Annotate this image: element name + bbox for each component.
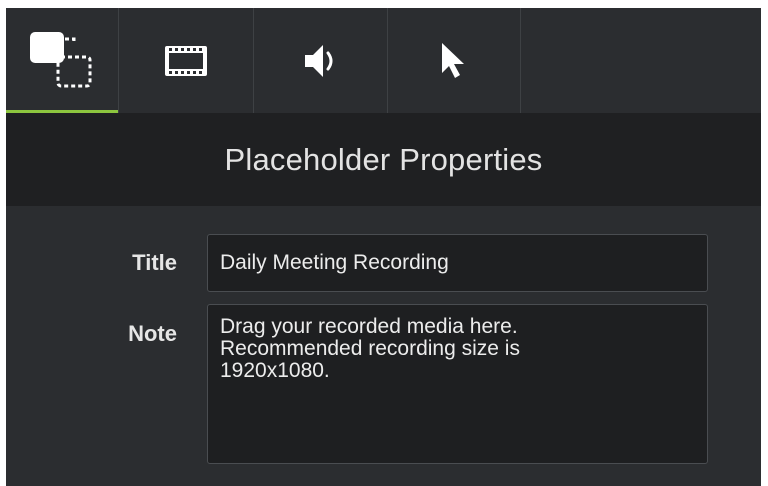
panel-header: Placeholder Properties <box>6 113 761 206</box>
placeholder-properties-panel: Placeholder Properties Title Note Drag y… <box>6 8 761 486</box>
tab-visual-properties[interactable] <box>6 8 119 113</box>
film-strip-icon <box>165 45 207 76</box>
title-label: Title <box>132 250 177 275</box>
tab-audio-properties[interactable] <box>254 8 388 113</box>
tab-cursor-properties[interactable] <box>388 8 521 113</box>
cursor-arrow-icon <box>442 42 464 78</box>
placeholder-media-icon <box>30 31 92 87</box>
speaker-icon <box>304 44 332 77</box>
tab-video-properties[interactable] <box>119 8 254 113</box>
properties-tab-bar <box>6 8 761 113</box>
title-input[interactable] <box>207 234 708 292</box>
note-label: Note <box>128 321 177 346</box>
panel-title: Placeholder Properties <box>224 141 543 177</box>
note-textarea[interactable]: Drag your recorded media here. Recommend… <box>207 304 708 464</box>
